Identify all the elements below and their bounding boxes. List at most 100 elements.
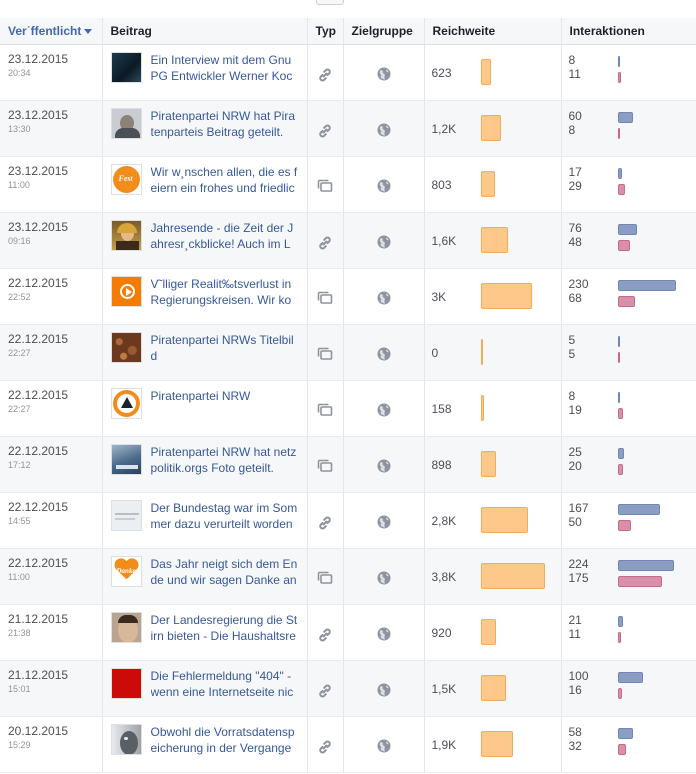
table-row[interactable]: 22.12.2015 11:00 Danke Das Jahr neigt si… [0,548,696,605]
reach-value: 158 [431,401,452,416]
table-row[interactable]: 21.12.2015 15:01 Die Fehlermeldung "404"… [0,660,696,717]
column-header-interactions[interactable]: Interaktionen [561,18,696,45]
globe-icon[interactable] [377,123,391,140]
table-row[interactable]: 23.12.2015 13:30 Piratenpartei NRW hat P… [0,100,696,157]
interaction-bar-a [617,167,622,179]
post-date: 21.12.2015 [8,611,69,626]
reach-value: 1,6K [431,233,457,248]
post-text-link[interactable]: Ein Interview mit dem Gnu PG Entwickler … [151,52,301,84]
date-cell: 21.12.2015 15:01 [0,660,103,717]
globe-icon[interactable] [377,179,391,196]
interactions-cell: 5 5 [561,324,696,381]
post-thumbnail[interactable] [110,723,142,755]
interaction-bar-a [617,391,620,403]
interaction-count-b: 8 [568,122,576,137]
column-header-type[interactable]: Typ [307,18,344,45]
post-cell[interactable]: Ein Interview mit dem Gnu PG Entwickler … [102,44,308,101]
interactions-cell: 25 20 [561,436,696,493]
post-cell[interactable]: Obwohl die Vorratsdatensp eicherung in d… [102,716,308,773]
post-text-link[interactable]: Piratenpartei NRW hat Pira tenparteis Be… [151,108,301,140]
post-cell[interactable]: Die Fehlermeldung "404" - wenn eine Inte… [102,660,308,717]
post-text-link[interactable]: Die Fehlermeldung "404" - wenn eine Inte… [151,668,301,700]
reach-bar [480,114,501,141]
post-thumbnail[interactable] [110,499,142,531]
table-row[interactable]: 23.12.2015 20:34 Ein Interview mit dem G… [0,44,696,101]
post-thumbnail[interactable] [110,51,142,83]
column-header-post[interactable]: Beitrag [102,18,308,45]
interaction-bar-b [617,463,623,475]
target-cell [343,604,425,661]
post-text-link[interactable]: Piratenpartei NRWs Titelbil d [151,332,301,364]
post-text-link[interactable]: Obwohl die Vorratsdatensp eicherung in d… [151,724,301,756]
column-header-published[interactable]: Ver˙ffentlicht [0,18,103,45]
post-text-link[interactable]: Das Jahr neigt sich dem En de und wir sa… [151,556,301,588]
globe-icon[interactable] [377,459,391,476]
post-cell[interactable]: Piratenpartei NRW [102,380,308,437]
target-cell [343,380,425,437]
interaction-bar-b [617,743,626,755]
post-cell[interactable]: Piratenpartei NRW hat Pira tenparteis Be… [102,100,308,157]
post-cell[interactable]: Jahresende - die Zeit der J ahresr¸ckbli… [102,212,308,269]
post-thumbnail[interactable] [110,667,142,699]
post-cell[interactable]: Der Landesregierung die St irn bieten - … [102,604,308,661]
globe-icon[interactable] [377,515,391,532]
table-row[interactable]: 22.12.2015 22:27 Piratenpartei NRWs Tite… [0,324,696,381]
link-icon [317,683,333,702]
date-cell: 23.12.2015 20:34 [0,44,103,101]
table-row[interactable]: 20.12.2015 15:29 Obwohl die Vorratsdaten… [0,716,696,773]
post-thumbnail[interactable] [110,443,142,475]
globe-icon[interactable] [377,571,391,588]
post-text-link[interactable]: Jahresende - die Zeit der J ahresr¸ckbli… [151,220,301,252]
post-cell[interactable]: Fest Wir w¸nschen allen, die es f eiern … [102,156,308,213]
post-cell[interactable]: Der Bundestag war im Som mer dazu verurt… [102,492,308,549]
post-thumbnail[interactable]: Danke [110,555,142,587]
post-text-link[interactable]: Der Landesregierung die St irn bieten - … [151,612,301,644]
post-thumbnail[interactable]: Fest [110,163,142,195]
globe-icon[interactable] [377,683,391,700]
post-thumbnail[interactable] [110,107,142,139]
reach-value: 920 [431,625,452,640]
target-cell [343,268,425,325]
globe-icon[interactable] [377,67,391,84]
post-text-link[interactable]: Wir w¸nschen allen, die es f eiern ein f… [151,164,301,196]
post-thumbnail[interactable] [110,387,142,419]
globe-icon[interactable] [377,627,391,644]
globe-icon[interactable] [377,739,391,756]
post-cell[interactable]: Piratenpartei NRW hat netz politik.orgs … [102,436,308,493]
post-thumbnail[interactable] [110,611,142,643]
globe-icon[interactable] [377,347,391,364]
globe-icon[interactable] [377,235,391,252]
table-row[interactable]: 22.12.2015 22:27 Piratenpartei NRW 158 8… [0,380,696,437]
post-thumbnail[interactable] [110,219,142,251]
reach-cell: 920 [424,604,562,661]
reach-cell: 1,9K [424,716,562,773]
interactions-cell: 167 50 [561,492,696,549]
post-thumbnail[interactable] [110,331,142,363]
globe-icon[interactable] [377,403,391,420]
post-time: 22:27 [8,347,31,358]
post-text-link[interactable]: V˜lliger Realit‰tsverlust in Regierungsk… [151,276,301,308]
table-row[interactable]: 22.12.2015 14:55 Der Bundestag war im So… [0,492,696,549]
column-header-reach[interactable]: Reichweite [424,18,562,45]
table-row[interactable]: 22.12.2015 22:52 V˜lliger Realit‰tsverlu… [0,268,696,325]
globe-icon[interactable] [377,291,391,308]
post-date: 23.12.2015 [8,219,69,234]
column-header-target[interactable]: Zielgruppe [343,18,425,45]
post-cell[interactable]: V˜lliger Realit‰tsverlust in Regierungsk… [102,268,308,325]
post-text-link[interactable]: Der Bundestag war im Som mer dazu verurt… [151,500,301,532]
post-text-link[interactable]: Piratenpartei NRW [151,388,251,419]
post-text-link[interactable]: Piratenpartei NRW hat netz politik.orgs … [151,444,301,476]
table-row[interactable]: 23.12.2015 11:00 Fest Wir w¸nschen allen… [0,156,696,213]
interaction-count-b: 16 [568,682,582,697]
collapse-handle[interactable] [316,0,344,5]
table-row[interactable]: 22.12.2015 17:12 Piratenpartei NRW hat n… [0,436,696,493]
table-row[interactable]: 21.12.2015 21:38 Der Landesregierung die… [0,604,696,661]
interaction-count-a: 58 [568,724,582,739]
post-cell[interactable]: Piratenpartei NRWs Titelbil d [102,324,308,381]
post-thumbnail[interactable] [110,275,142,307]
date-cell: 23.12.2015 11:00 [0,156,103,213]
table-row[interactable]: 23.12.2015 09:16 Jahresende - die Zeit d… [0,212,696,269]
interaction-count-b: 20 [568,458,582,473]
post-cell[interactable]: Danke Das Jahr neigt sich dem En de und … [102,548,308,605]
reach-value: 1,9K [431,737,457,752]
